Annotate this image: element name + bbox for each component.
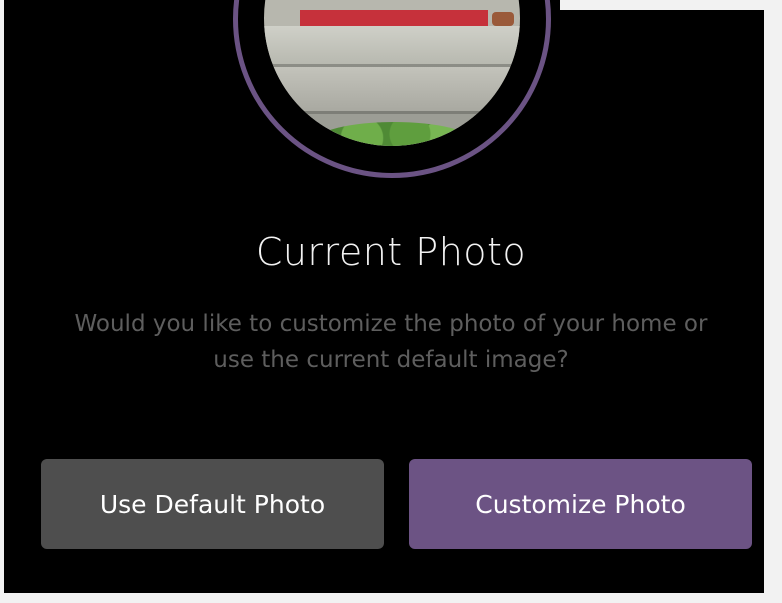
photo-flower-pot [492, 12, 514, 26]
customize-photo-button[interactable]: Customize Photo [409, 459, 752, 549]
photo-step [264, 26, 520, 67]
edge-margin [0, 593, 782, 603]
photo-step [264, 67, 520, 114]
dialog-message: Would you like to customize the photo of… [74, 311, 708, 373]
use-default-photo-button[interactable]: Use Default Photo [41, 459, 384, 549]
home-photo [264, 0, 520, 146]
edge-margin [764, 0, 782, 603]
edge-margin [560, 0, 782, 10]
dialog-title: Current Photo [255, 230, 527, 274]
edge-margin [0, 0, 4, 603]
photo-selection-screen: Current Photo Would you like to customiz… [0, 0, 782, 603]
